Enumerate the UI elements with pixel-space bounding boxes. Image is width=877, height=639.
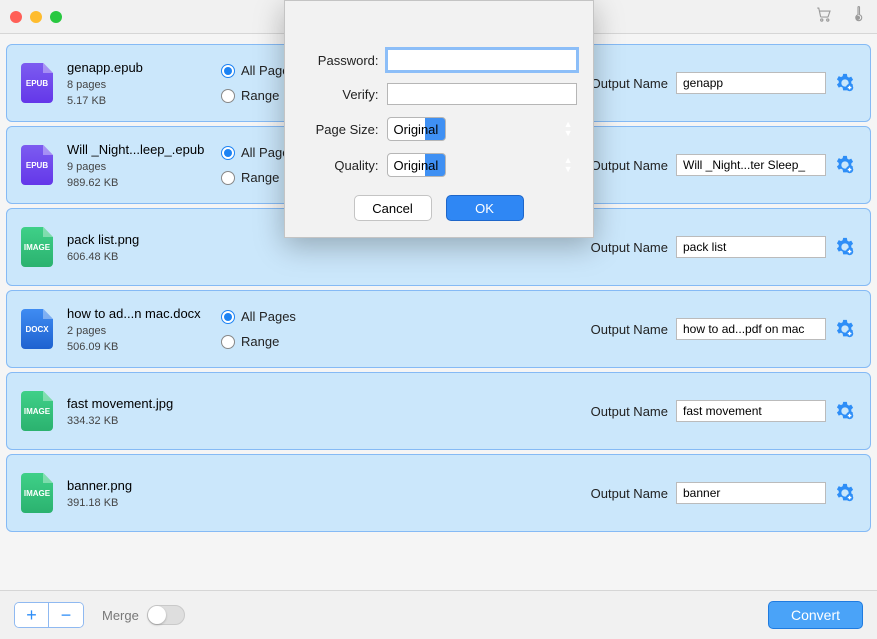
page-count: 9 pages (67, 161, 207, 173)
cart-icon[interactable] (815, 5, 833, 28)
file-size: 5.17 KB (67, 95, 207, 107)
file-size: 506.09 KB (67, 341, 207, 353)
row-settings-icon[interactable] (834, 236, 856, 258)
output-name-label: Output Name (591, 158, 668, 173)
page-count: 2 pages (67, 325, 207, 337)
file-name: genapp.epub (67, 60, 207, 75)
file-name: how to ad...n mac.docx (67, 306, 207, 321)
merge-toggle[interactable] (147, 605, 185, 625)
close-window-icon[interactable] (10, 11, 22, 23)
quality-select[interactable]: Original (387, 153, 446, 177)
ok-button[interactable]: OK (446, 195, 524, 221)
quality-label: Quality: (301, 158, 379, 173)
file-type-icon: EPUB (21, 63, 53, 103)
convert-button[interactable]: Convert (768, 601, 863, 629)
output-name-input[interactable] (676, 236, 826, 258)
add-remove-group: + − (14, 602, 84, 628)
output-name-input[interactable] (676, 154, 826, 176)
chevron-updown-icon: ▲▼ (564, 156, 573, 174)
file-meta: pack list.png 606.48 KB (67, 232, 207, 263)
file-row[interactable]: IMAGE banner.png 391.18 KB Output Name (6, 454, 871, 532)
range-label: Range (241, 170, 279, 185)
file-meta: how to ad...n mac.docx 2 pages 506.09 KB (67, 306, 207, 353)
file-meta: banner.png 391.18 KB (67, 478, 207, 509)
file-type-icon: IMAGE (21, 473, 53, 513)
all-pages-radio[interactable]: All Pages (221, 309, 321, 324)
verify-label: Verify: (301, 87, 379, 102)
row-settings-icon[interactable] (834, 400, 856, 422)
merge-label: Merge (102, 608, 139, 623)
chevron-updown-icon: ▲▼ (564, 120, 573, 138)
thermometer-icon[interactable] (849, 5, 867, 28)
all-pages-label: All Pages (241, 309, 296, 324)
add-file-button[interactable]: + (15, 603, 49, 627)
file-name: pack list.png (67, 232, 207, 247)
output-name-input[interactable] (676, 72, 826, 94)
zoom-window-icon[interactable] (50, 11, 62, 23)
file-name: banner.png (67, 478, 207, 493)
file-name: Will _Night...leep_.epub (67, 142, 207, 157)
range-label: Range (241, 334, 279, 349)
row-settings-icon[interactable] (834, 72, 856, 94)
file-meta: genapp.epub 8 pages 5.17 KB (67, 60, 207, 107)
file-meta: fast movement.jpg 334.32 KB (67, 396, 207, 427)
file-row[interactable]: IMAGE fast movement.jpg 334.32 KB Output… (6, 372, 871, 450)
window-controls (10, 11, 62, 23)
settings-dialog: Password: Verify: Page Size: Original ▲▼… (284, 0, 594, 238)
file-type-icon: DOCX (21, 309, 53, 349)
row-settings-icon[interactable] (834, 318, 856, 340)
output-name-label: Output Name (591, 240, 668, 255)
output-name-input[interactable] (676, 318, 826, 340)
output-name-label: Output Name (591, 404, 668, 419)
range-radio[interactable]: Range (221, 334, 321, 349)
page-count: 8 pages (67, 79, 207, 91)
range-label: Range (241, 88, 279, 103)
pagesize-select[interactable]: Original (387, 117, 446, 141)
row-settings-icon[interactable] (834, 154, 856, 176)
file-type-icon: EPUB (21, 145, 53, 185)
file-name: fast movement.jpg (67, 396, 207, 411)
pagesize-label: Page Size: (301, 122, 379, 137)
footer: + − Merge Convert (0, 590, 877, 639)
file-row[interactable]: DOCX how to ad...n mac.docx 2 pages 506.… (6, 290, 871, 368)
output-name-label: Output Name (591, 76, 668, 91)
file-type-icon: IMAGE (21, 227, 53, 267)
remove-file-button[interactable]: − (49, 603, 83, 627)
merge-control: Merge (102, 605, 185, 625)
file-size: 334.32 KB (67, 415, 207, 427)
file-size: 606.48 KB (67, 251, 207, 263)
output-name-label: Output Name (591, 486, 668, 501)
file-type-icon: IMAGE (21, 391, 53, 431)
output-name-input[interactable] (676, 400, 826, 422)
minimize-window-icon[interactable] (30, 11, 42, 23)
verify-input[interactable] (387, 83, 577, 105)
password-label: Password: (301, 53, 379, 68)
page-selection: All Pages Range (221, 309, 321, 349)
file-size: 989.62 KB (67, 177, 207, 189)
output-name-label: Output Name (591, 322, 668, 337)
file-size: 391.18 KB (67, 497, 207, 509)
output-name-input[interactable] (676, 482, 826, 504)
password-input[interactable] (387, 49, 577, 71)
cancel-button[interactable]: Cancel (354, 195, 432, 221)
row-settings-icon[interactable] (834, 482, 856, 504)
file-meta: Will _Night...leep_.epub 9 pages 989.62 … (67, 142, 207, 189)
